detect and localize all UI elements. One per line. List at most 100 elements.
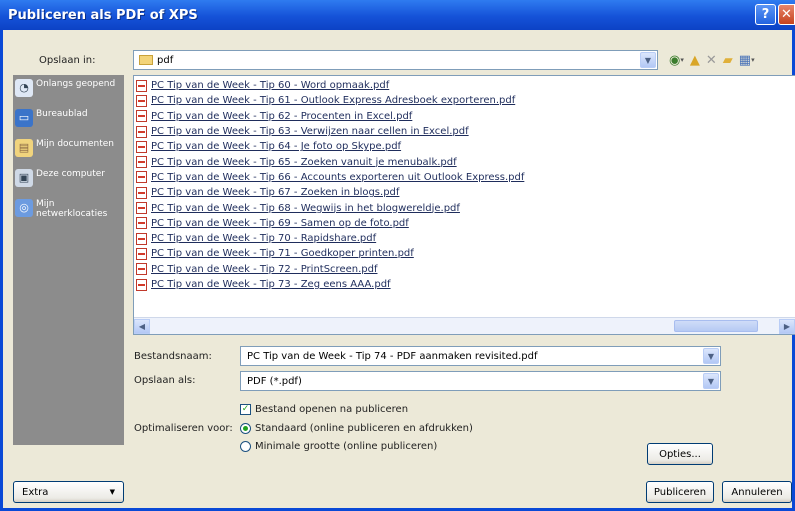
- file-name: PC Tip van de Week - Tip 63 - Verwijzen …: [151, 126, 469, 138]
- list-item[interactable]: PC Tip van de Week - Tip 65 - Zoeken van…: [134, 154, 795, 169]
- optimize-minimal-label[interactable]: Minimale grootte (online publiceren): [255, 441, 437, 452]
- scroll-left-icon[interactable]: ◀: [134, 318, 150, 334]
- up-folder-icon[interactable]: ▲: [690, 52, 700, 68]
- list-item[interactable]: PC Tip van de Week - Tip 67 - Zoeken in …: [134, 185, 795, 200]
- scroll-thumb[interactable]: [674, 320, 758, 332]
- pdf-file-icon: [136, 247, 147, 260]
- place-label: Bureaublad: [36, 109, 88, 119]
- help-button[interactable]: ?: [755, 4, 776, 25]
- file-list[interactable]: PC Tip van de Week - Tip 60 - Word opmaa…: [133, 75, 795, 335]
- list-item[interactable]: PC Tip van de Week - Tip 71 - Goedkoper …: [134, 246, 795, 261]
- filename-label: Bestandsnaam:: [134, 351, 212, 362]
- delete-icon[interactable]: ✕: [706, 52, 717, 68]
- pdf-file-icon: [136, 110, 147, 123]
- save-in-value: pdf: [157, 54, 174, 66]
- list-item[interactable]: PC Tip van de Week - Tip 66 - Accounts e…: [134, 170, 795, 185]
- save-as-label: Opslaan als:: [134, 375, 196, 386]
- pdf-file-icon: [136, 171, 147, 184]
- file-name: PC Tip van de Week - Tip 65 - Zoeken van…: [151, 156, 457, 168]
- pdf-file-icon: [136, 278, 147, 291]
- tools-label: Extra: [22, 486, 49, 498]
- scroll-right-icon[interactable]: ▶: [779, 318, 795, 334]
- horizontal-scrollbar[interactable]: ◀ ▶: [134, 317, 795, 334]
- list-item[interactable]: PC Tip van de Week - Tip 62 - Procenten …: [134, 109, 795, 124]
- pdf-file-icon: [136, 217, 147, 230]
- file-name: PC Tip van de Week - Tip 70 - Rapidshare…: [151, 233, 377, 245]
- publish-pdf-dialog: Publiceren als PDF of XPS ? ✕ Opslaan in…: [0, 0, 795, 511]
- dialog-toolbar: ◉ ▾ ▲ ✕ ▰ ▦ ▾: [669, 52, 755, 68]
- file-name: PC Tip van de Week - Tip 67 - Zoeken in …: [151, 187, 400, 199]
- list-item[interactable]: PC Tip van de Week - Tip 70 - Rapidshare…: [134, 231, 795, 246]
- close-button[interactable]: ✕: [778, 4, 795, 25]
- optimize-standard-label[interactable]: Standaard (online publiceren en afdrukke…: [255, 423, 473, 434]
- back-icon[interactable]: ◉ ▾: [669, 52, 684, 68]
- file-name: PC Tip van de Week - Tip 64 - Je foto op…: [151, 141, 402, 153]
- file-name: PC Tip van de Week - Tip 72 - PrintScree…: [151, 263, 378, 275]
- list-item[interactable]: PC Tip van de Week - Tip 64 - Je foto op…: [134, 139, 795, 154]
- chevron-down-icon[interactable]: ▼: [703, 348, 719, 364]
- pdf-file-icon: [136, 263, 147, 276]
- list-item[interactable]: PC Tip van de Week - Tip 60 - Word opmaa…: [134, 78, 795, 93]
- place-desktop[interactable]: ▭ Bureaublad: [13, 105, 124, 131]
- pdf-file-icon: [136, 202, 147, 215]
- desktop-icon: ▭: [15, 109, 33, 127]
- save-in-dropdown[interactable]: pdf ▼: [133, 50, 658, 70]
- chevron-down-icon[interactable]: ▼: [703, 373, 719, 389]
- place-label: Deze computer: [36, 169, 105, 179]
- chevron-down-icon[interactable]: ▼: [640, 52, 656, 68]
- places-bar: ◔ Onlangs geopend ▭ Bureaublad ▤ Mijn do…: [13, 75, 124, 445]
- file-name: PC Tip van de Week - Tip 71 - Goedkoper …: [151, 248, 414, 260]
- save-in-label: Opslaan in:: [39, 55, 96, 66]
- my-documents-icon: ▤: [15, 139, 33, 157]
- options-button[interactable]: Opties...: [647, 443, 713, 465]
- file-name: PC Tip van de Week - Tip 69 - Samen op d…: [151, 217, 409, 229]
- window-title: Publiceren als PDF of XPS: [8, 7, 198, 23]
- open-after-label[interactable]: Bestand openen na publiceren: [255, 404, 408, 415]
- filename-input[interactable]: PC Tip van de Week - Tip 74 - PDF aanmak…: [240, 346, 721, 366]
- file-list-items: PC Tip van de Week - Tip 60 - Word opmaa…: [134, 76, 795, 292]
- place-label: Mijn documenten: [36, 139, 114, 149]
- file-name: PC Tip van de Week - Tip 60 - Word opmaa…: [151, 80, 390, 92]
- tools-button[interactable]: Extra ▼: [13, 481, 124, 503]
- file-name: PC Tip van de Week - Tip 73 - Zeg eens A…: [151, 279, 391, 290]
- recent-documents-icon: ◔: [15, 79, 33, 97]
- optimize-standard-radio[interactable]: [240, 423, 251, 434]
- network-places-icon: ◎: [15, 199, 33, 217]
- optimize-label: Optimaliseren voor:: [134, 423, 233, 434]
- pdf-file-icon: [136, 140, 147, 153]
- place-label: Mijn netwerklocaties: [36, 199, 108, 219]
- list-item[interactable]: PC Tip van de Week - Tip 68 - Wegwijs in…: [134, 200, 795, 215]
- pdf-file-icon: [136, 125, 147, 138]
- pdf-file-icon: [136, 79, 147, 92]
- pdf-file-icon: [136, 94, 147, 107]
- place-computer[interactable]: ▣ Deze computer: [13, 165, 124, 191]
- folder-icon: [139, 55, 153, 65]
- cancel-button[interactable]: Annuleren: [722, 481, 792, 503]
- publish-button[interactable]: Publiceren: [646, 481, 714, 503]
- chevron-down-icon: ▼: [109, 488, 115, 496]
- save-as-value: PDF (*.pdf): [247, 375, 302, 387]
- list-item[interactable]: PC Tip van de Week - Tip 63 - Verwijzen …: [134, 124, 795, 139]
- list-item[interactable]: PC Tip van de Week - Tip 69 - Samen op d…: [134, 216, 795, 231]
- open-after-checkbox[interactable]: ✓: [240, 404, 251, 415]
- new-folder-icon[interactable]: ▰: [723, 52, 733, 68]
- file-name: PC Tip van de Week - Tip 61 - Outlook Ex…: [151, 95, 516, 107]
- file-name: PC Tip van de Week - Tip 62 - Procenten …: [151, 110, 413, 122]
- place-recent[interactable]: ◔ Onlangs geopend: [13, 75, 124, 101]
- file-name: PC Tip van de Week - Tip 66 - Accounts e…: [151, 171, 525, 183]
- pdf-file-icon: [136, 186, 147, 199]
- list-item[interactable]: PC Tip van de Week - Tip 72 - PrintScree…: [134, 262, 795, 277]
- pdf-file-icon: [136, 156, 147, 169]
- save-as-dropdown[interactable]: PDF (*.pdf) ▼: [240, 371, 721, 391]
- place-documents[interactable]: ▤ Mijn documenten: [13, 135, 124, 161]
- list-item[interactable]: PC Tip van de Week - Tip 73 - Zeg eens A…: [134, 277, 795, 292]
- place-network[interactable]: ◎ Mijn netwerklocaties: [13, 195, 124, 223]
- views-icon[interactable]: ▦ ▾: [739, 52, 755, 68]
- file-name: PC Tip van de Week - Tip 68 - Wegwijs in…: [151, 202, 460, 214]
- optimize-minimal-radio[interactable]: [240, 441, 251, 452]
- title-bar[interactable]: Publiceren als PDF of XPS ? ✕: [0, 0, 795, 30]
- list-item[interactable]: PC Tip van de Week - Tip 61 - Outlook Ex…: [134, 93, 795, 108]
- filename-value: PC Tip van de Week - Tip 74 - PDF aanmak…: [247, 350, 538, 362]
- pdf-file-icon: [136, 232, 147, 245]
- place-label: Onlangs geopend: [36, 79, 116, 89]
